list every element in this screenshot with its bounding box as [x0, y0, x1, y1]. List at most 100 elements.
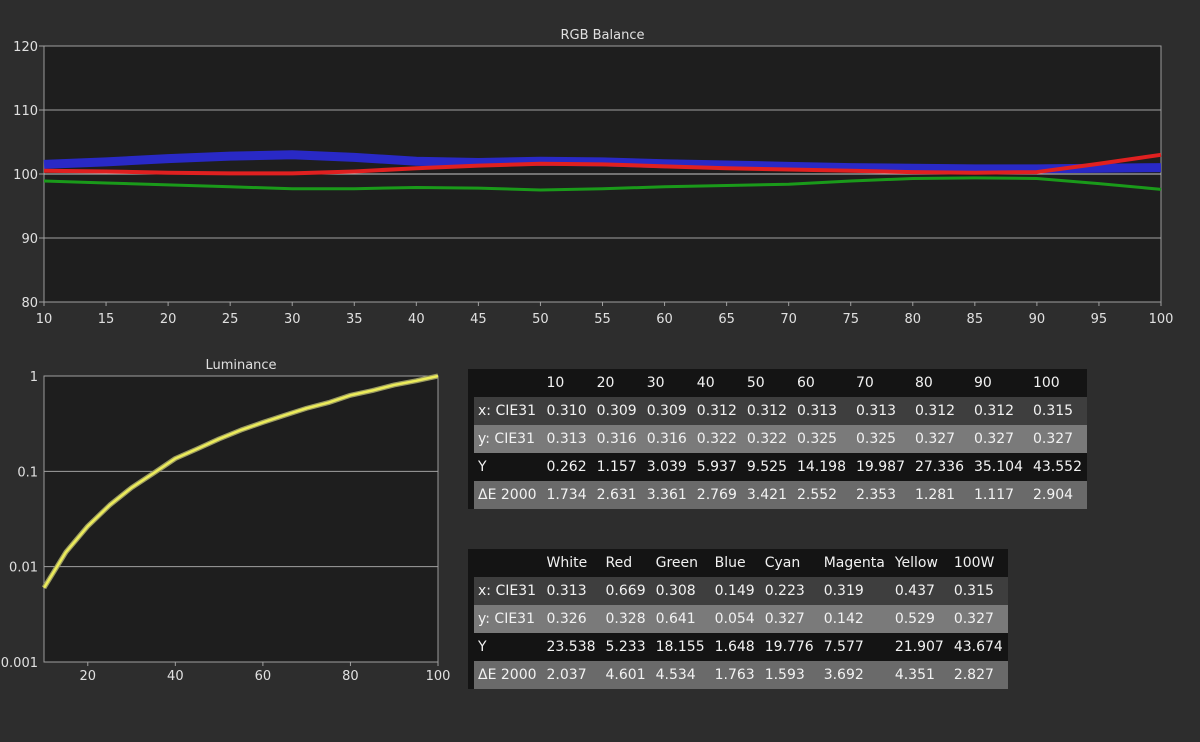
column-header: White [546, 555, 588, 571]
x-tick-label: 90 [1029, 312, 1046, 327]
x-tick-label: 95 [1091, 312, 1108, 327]
table-cell: 19.776 [764, 639, 814, 655]
table-cell: 0.313 [796, 403, 838, 419]
table-cell: 14.198 [796, 459, 846, 475]
table-cell: 0.142 [823, 611, 864, 627]
x-tick-label: 100 [1149, 312, 1174, 327]
x-tick-label: 15 [98, 312, 115, 327]
table-cell: 0.327 [1032, 431, 1074, 447]
x-tick-label: 40 [408, 312, 425, 327]
table-cell: 2.037 [546, 667, 587, 683]
row-label: x: CIE31 [478, 403, 537, 419]
rgb-balance-chart: 80 90 100 110 120 10 15 20 25 30 35 40 45 50 55 60 65 70 7… [13, 28, 1174, 327]
x-tick-label: 40 [167, 669, 184, 680]
y-tick-label: 110 [13, 104, 38, 119]
x-tick-label: 65 [718, 312, 735, 327]
table-cell: 0.325 [796, 431, 838, 447]
chart-title: Luminance [205, 358, 276, 373]
table-cell: 0.319 [823, 583, 864, 599]
table-cell: 0.312 [973, 403, 1015, 419]
x-tick-label: 10 [36, 312, 53, 327]
x-tick-label: 50 [532, 312, 549, 327]
row-label: y: CIE31 [478, 431, 535, 447]
column-header [474, 549, 542, 577]
x-tick-label: 80 [905, 312, 922, 327]
table-cell: 1.157 [596, 459, 637, 475]
table-row: Y 23.538 5.233 18.155 1.648 19.776 7.577 21.907… [468, 633, 1008, 661]
column-header: 100 [1032, 375, 1060, 391]
x-tick-label: 80 [342, 669, 359, 680]
x-tick-label: 60 [656, 312, 673, 327]
table-cell: 1.117 [973, 487, 1015, 503]
column-header: 60 [796, 375, 815, 391]
table-cell: 2.827 [953, 667, 994, 683]
table-cell: 0.316 [596, 431, 637, 447]
table-header-row: 10 20 30 40 50 60 70 80 90 100 [468, 369, 1087, 397]
table-cell: 0.149 [714, 583, 755, 599]
column-header: 80 [914, 375, 933, 391]
table-cell: 0.315 [953, 583, 994, 599]
table-cell: 19.987 [855, 459, 905, 475]
column-header: 40 [696, 375, 715, 391]
table-cell: 0.328 [605, 611, 646, 627]
y-tick-label: 1 [30, 370, 38, 385]
column-header: 30 [646, 375, 665, 391]
x-tick-label: 20 [80, 669, 97, 680]
table-cell: 2.904 [1032, 487, 1074, 503]
y-tick-label: 100 [13, 168, 38, 183]
table-cell: 0.223 [764, 583, 805, 599]
column-header: 100W [953, 555, 995, 571]
table-cell: 43.674 [953, 639, 1003, 655]
table-cell: 21.907 [894, 639, 944, 655]
table-cell: 0.312 [746, 403, 787, 419]
y-tick-label: 120 [13, 40, 38, 55]
x-tick-label: 85 [967, 312, 984, 327]
row-label: ΔE 2000 [478, 667, 537, 683]
table-cell: 0.309 [596, 403, 637, 419]
table-cell: 0.312 [914, 403, 956, 419]
table-cell: 0.529 [894, 611, 935, 627]
x-tick-label: 60 [255, 669, 272, 680]
table-cell: 0.327 [764, 611, 805, 627]
table-cell: 0.327 [953, 611, 994, 627]
table-cell: 0.327 [914, 431, 956, 447]
table-cell: 2.353 [855, 487, 897, 503]
table-cell: 3.361 [646, 487, 687, 503]
x-tick-label: 25 [222, 312, 239, 327]
x-tick-label: 45 [470, 312, 487, 327]
table-cell: 1.763 [714, 667, 755, 683]
table-cell: 0.309 [646, 403, 687, 419]
column-header: 50 [746, 375, 765, 391]
table-row: y: CIE31 0.326 0.328 0.641 0.054 0.327 0.142 0.… [468, 605, 1008, 633]
table-cell: 9.525 [746, 459, 787, 475]
table-cell: 0.315 [1032, 403, 1074, 419]
table-cell: 2.552 [796, 487, 838, 503]
table-cell: 2.769 [696, 487, 737, 503]
table-row: y: CIE31 0.313 0.316 0.316 0.322 0.322 0.325 0.… [468, 425, 1087, 453]
table-cell: 1.281 [914, 487, 956, 503]
column-header: 90 [973, 375, 992, 391]
column-header: Green [655, 555, 699, 571]
table-cell: 2.631 [596, 487, 637, 503]
table-cell: 3.039 [646, 459, 687, 475]
y-tick-label: 0.001 [1, 656, 38, 671]
column-header: 20 [596, 375, 615, 391]
table-cell: 23.538 [546, 639, 596, 655]
table-cell: 43.552 [1032, 459, 1082, 475]
table-cell: 27.336 [914, 459, 964, 475]
table-cell: 0.313 [546, 583, 587, 599]
column-header: Magenta [823, 555, 885, 571]
table-cell: 0.641 [655, 611, 696, 627]
grayscale-measurements-table: 10 20 30 40 50 60 70 80 90 100 x: CIE31 0.310 0.309 0… [468, 369, 1087, 509]
x-tick-label: 100 [426, 669, 450, 680]
table-cell: 0.322 [746, 431, 787, 447]
table-cell: 7.577 [823, 639, 864, 655]
table-cell: 0.316 [646, 431, 687, 447]
column-header: Red [605, 555, 633, 571]
x-tick-label: 30 [284, 312, 301, 327]
row-label: ΔE 2000 [478, 487, 537, 503]
table-cell: 35.104 [973, 459, 1023, 475]
table-cell: 0.313 [546, 431, 587, 447]
column-header: Cyan [764, 555, 801, 571]
x-tick-label: 55 [594, 312, 611, 327]
